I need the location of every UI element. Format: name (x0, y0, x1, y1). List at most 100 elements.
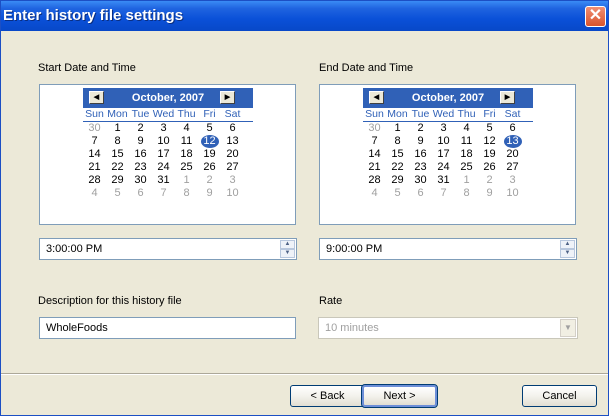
start-next-month-button[interactable]: ▶ (220, 91, 235, 104)
description-input[interactable]: WholeFoods (39, 317, 296, 339)
calendar-day[interactable]: 30 (129, 174, 152, 187)
calendar-day[interactable]: 19 (478, 148, 501, 161)
calendar-day-other-month[interactable]: 7 (432, 187, 455, 200)
end-time-down-icon[interactable]: ▼ (560, 249, 575, 258)
calendar-day[interactable]: 23 (409, 161, 432, 174)
calendar-day[interactable]: 24 (432, 161, 455, 174)
calendar-day-other-month[interactable]: 4 (363, 187, 386, 200)
calendar-day[interactable]: 29 (386, 174, 409, 187)
calendar-day-other-month[interactable]: 30 (83, 122, 106, 135)
calendar-day[interactable]: 1 (106, 122, 129, 135)
calendar-day[interactable]: 11 (175, 135, 198, 148)
calendar-day[interactable]: 3 (432, 122, 455, 135)
calendar-day[interactable]: 24 (152, 161, 175, 174)
calendar-day[interactable]: 6 (221, 122, 244, 135)
calendar-day-other-month[interactable]: 2 (198, 174, 221, 187)
calendar-day[interactable]: 21 (363, 161, 386, 174)
calendar-day[interactable]: 11 (455, 135, 478, 148)
calendar-day[interactable]: 8 (386, 135, 409, 148)
end-prev-month-button[interactable]: ◀ (369, 91, 384, 104)
end-time-picker[interactable]: 9:00:00 PM ▲ ▼ (319, 238, 577, 260)
calendar-day[interactable]: 30 (409, 174, 432, 187)
calendar-day[interactable]: 23 (129, 161, 152, 174)
calendar-day[interactable]: 10 (432, 135, 455, 148)
calendar-day[interactable]: 8 (106, 135, 129, 148)
calendar-day[interactable]: 5 (198, 122, 221, 135)
rate-select[interactable]: 10 minutes ▼ (318, 317, 578, 339)
calendar-day[interactable]: 17 (432, 148, 455, 161)
calendar-day-other-month[interactable]: 9 (478, 187, 501, 200)
calendar-day[interactable]: 15 (106, 148, 129, 161)
calendar-day-other-month[interactable]: 9 (198, 187, 221, 200)
calendar-day[interactable]: 17 (152, 148, 175, 161)
calendar-day[interactable]: 28 (363, 174, 386, 187)
start-prev-month-button[interactable]: ◀ (89, 91, 104, 104)
start-time-picker[interactable]: 3:00:00 PM ▲ ▼ (39, 238, 297, 260)
calendar-day[interactable]: 22 (106, 161, 129, 174)
calendar-day[interactable]: 20 (221, 148, 244, 161)
calendar-day[interactable]: 29 (106, 174, 129, 187)
calendar-day[interactable]: 26 (478, 161, 501, 174)
calendar-day-other-month[interactable]: 5 (386, 187, 409, 200)
calendar-day-other-month[interactable]: 3 (221, 174, 244, 187)
calendar-day[interactable]: 10 (152, 135, 175, 148)
cancel-button[interactable]: Cancel (522, 385, 597, 407)
calendar-day-other-month[interactable]: 1 (455, 174, 478, 187)
chevron-down-icon[interactable]: ▼ (560, 319, 576, 337)
start-time-down-icon[interactable]: ▼ (280, 249, 295, 258)
calendar-day-other-month[interactable]: 2 (478, 174, 501, 187)
calendar-day[interactable]: 12 (478, 135, 501, 148)
calendar-day-other-month[interactable]: 6 (409, 187, 432, 200)
calendar-day[interactable]: 18 (175, 148, 198, 161)
calendar-day[interactable]: 31 (152, 174, 175, 187)
calendar-day[interactable]: 14 (83, 148, 106, 161)
next-button[interactable]: Next > (361, 384, 438, 408)
calendar-day-other-month[interactable]: 6 (129, 187, 152, 200)
calendar-day-other-month[interactable]: 5 (106, 187, 129, 200)
calendar-day[interactable]: 2 (409, 122, 432, 135)
calendar-day-other-month[interactable]: 8 (175, 187, 198, 200)
calendar-day-other-month[interactable]: 1 (175, 174, 198, 187)
calendar-day[interactable]: 13 (221, 135, 244, 148)
calendar-day[interactable]: 28 (83, 174, 106, 187)
calendar-day[interactable]: 22 (386, 161, 409, 174)
title-bar[interactable]: Enter history file settings ✕ (1, 1, 608, 31)
calendar-day-selected[interactable]: 12 (198, 135, 221, 148)
calendar-day[interactable]: 26 (198, 161, 221, 174)
calendar-day[interactable]: 7 (363, 135, 386, 148)
calendar-day[interactable]: 19 (198, 148, 221, 161)
calendar-day[interactable]: 16 (129, 148, 152, 161)
close-button[interactable]: ✕ (585, 6, 606, 27)
calendar-day[interactable]: 15 (386, 148, 409, 161)
calendar-day[interactable]: 1 (386, 122, 409, 135)
calendar-day[interactable]: 9 (409, 135, 432, 148)
calendar-day[interactable]: 27 (221, 161, 244, 174)
calendar-day[interactable]: 20 (501, 148, 524, 161)
back-button[interactable]: < Back (290, 385, 365, 407)
calendar-day-other-month[interactable]: 4 (83, 187, 106, 200)
calendar-day[interactable]: 21 (83, 161, 106, 174)
calendar-day[interactable]: 14 (363, 148, 386, 161)
calendar-day[interactable]: 25 (455, 161, 478, 174)
calendar-day[interactable]: 25 (175, 161, 198, 174)
calendar-day[interactable]: 18 (455, 148, 478, 161)
calendar-day-other-month[interactable]: 3 (501, 174, 524, 187)
calendar-day-selected[interactable]: 13 (501, 135, 524, 148)
calendar-day[interactable]: 4 (455, 122, 478, 135)
calendar-day[interactable]: 6 (501, 122, 524, 135)
calendar-day[interactable]: 7 (83, 135, 106, 148)
end-next-month-button[interactable]: ▶ (500, 91, 515, 104)
calendar-day[interactable]: 3 (152, 122, 175, 135)
calendar-day-other-month[interactable]: 8 (455, 187, 478, 200)
calendar-day[interactable]: 16 (409, 148, 432, 161)
calendar-day[interactable]: 2 (129, 122, 152, 135)
calendar-day-other-month[interactable]: 30 (363, 122, 386, 135)
calendar-day-other-month[interactable]: 7 (152, 187, 175, 200)
start-time-up-icon[interactable]: ▲ (280, 240, 295, 249)
calendar-day[interactable]: 9 (129, 135, 152, 148)
end-time-up-icon[interactable]: ▲ (560, 240, 575, 249)
calendar-day-other-month[interactable]: 10 (221, 187, 244, 200)
calendar-day[interactable]: 4 (175, 122, 198, 135)
calendar-day-other-month[interactable]: 10 (501, 187, 524, 200)
calendar-day[interactable]: 5 (478, 122, 501, 135)
